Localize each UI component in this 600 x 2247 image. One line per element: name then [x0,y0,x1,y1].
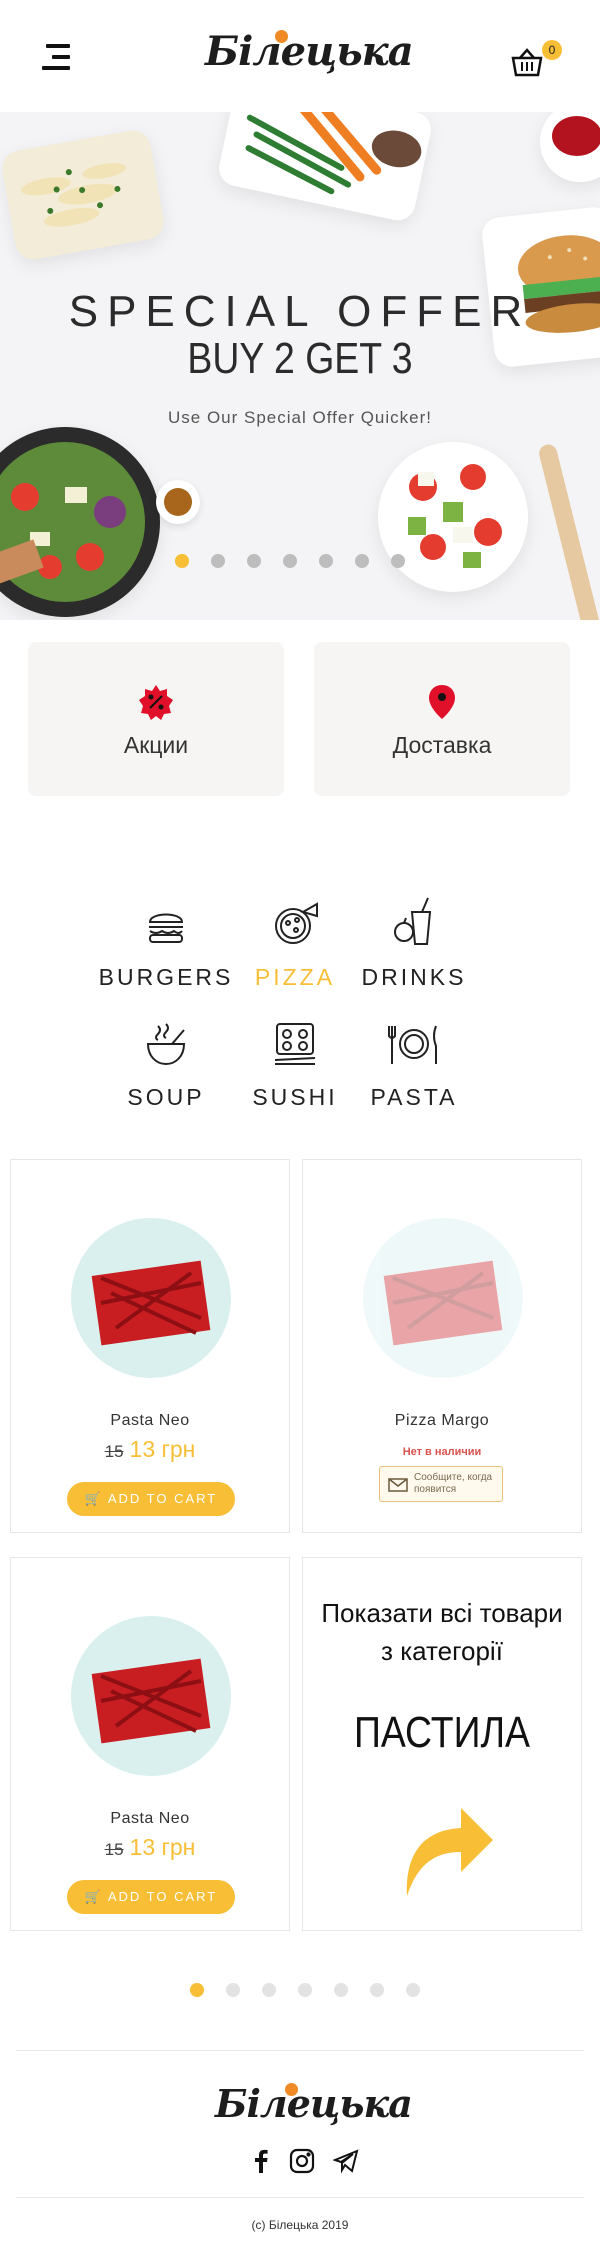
wooden-cutlery-image [537,442,600,620]
hero-dot[interactable] [355,554,369,568]
hero-pagination [175,554,405,570]
pizza-icon [275,902,318,944]
envelope-icon [388,1478,408,1492]
sauce-dish-image [156,480,200,524]
sauce-bowl-image [540,112,600,182]
discount-badge-icon [139,685,173,720]
products-dot[interactable] [226,1983,240,1997]
hero-dot[interactable] [247,554,261,568]
delivery-label: Доставка [392,732,492,758]
category-label: PASTA [370,1084,458,1110]
notify-when-available-button[interactable]: Сообщите, когда появится [379,1466,503,1502]
product-name: Pasta Neo [110,1412,190,1429]
basket-icon [511,48,543,77]
category-label: BURGERS [98,964,234,990]
show-all-category-card[interactable]: Показати всі товари з категорії ПАСТИЛА [302,1557,582,1931]
hero-dot[interactable] [175,554,189,568]
pasta-icon [388,1025,437,1064]
footer-logo-text: Білецька [215,2081,413,2126]
product-image [71,1218,231,1378]
add-to-cart-label: ADD TO CART [107,1889,218,1904]
header: Білецька 0 [0,0,600,112]
telegram-link[interactable] [332,2148,359,2174]
product-image [363,1218,523,1378]
sushi-icon [274,1023,316,1065]
delivery-link[interactable]: Доставка [314,642,570,796]
hero-note: Use Our Special Offer Quicker! [168,408,432,427]
logo-dot [285,2083,298,2096]
promotions-link[interactable]: Акции [28,642,284,796]
hero-dot[interactable] [211,554,225,568]
menu-icon[interactable] [40,44,70,70]
product-card[interactable]: Pizza Margo Нет в наличии Сообщите, когд… [302,1159,582,1533]
drinks-icon [394,897,432,945]
curved-arrow-icon [406,1808,493,1896]
new-price: 13 грн [129,1834,196,1860]
vegetables-plate-image [215,112,435,224]
products-pagination [190,1983,420,1999]
category-soup[interactable]: SOUP [96,1022,236,1122]
copyright-divider [16,2197,584,2198]
out-of-stock-label: Нет в наличии [402,1446,482,1458]
logo-dot [275,30,288,43]
hero-title: SPECIAL OFFER [68,287,532,336]
cart-count-badge: 0 [542,40,562,60]
product-price: 15 13 грн [11,1436,289,1463]
category-label: SOUP [127,1084,205,1110]
promotions-label: Акции [123,732,189,758]
instagram-link[interactable] [289,2148,315,2174]
add-to-cart-button[interactable]: 🛒 ADD TO CART [67,1880,235,1914]
cart-icon: 🛒 [84,1889,103,1904]
salad-bowl-image [0,427,160,617]
show-all-heading: Показати всі товари з категорії [303,1594,581,1670]
copyright-text: (с) Білецька 2019 [251,2218,349,2232]
cart-button[interactable]: 0 [510,40,562,80]
notify-label: Сообщите, когда появится [414,1472,493,1495]
facebook-icon [255,2149,268,2173]
cart-icon: 🛒 [84,1491,103,1506]
products-dot[interactable] [298,1983,312,1997]
soup-icon [146,1023,186,1066]
product-card[interactable]: Pasta Neo 15 13 грн 🛒 ADD TO CART [10,1159,290,1533]
location-pin-icon [429,685,455,719]
add-to-cart-label: ADD TO CART [107,1491,218,1506]
footer-divider [16,2050,584,2051]
instagram-icon [289,2148,315,2174]
burger-icon [148,913,184,943]
logo[interactable]: Білецька [205,22,414,88]
logo-text: Білецька [205,28,414,75]
category-pasta[interactable]: PASTA [344,1022,484,1122]
products-dot[interactable] [262,1983,276,1997]
footer-logo[interactable]: Білецька [215,2075,413,2135]
facebook-link[interactable] [248,2148,274,2174]
show-all-heading-line2: з категорії [381,1636,503,1666]
pasta-plate-image [0,127,167,263]
product-name: Pasta Neo [110,1810,190,1827]
hero-dot[interactable] [283,554,297,568]
promo-category-name: ПАСТИЛА [353,1708,530,1757]
old-price: 15 [104,1840,124,1859]
product-image [71,1616,231,1776]
product-card[interactable]: Pasta Neo 15 13 грн 🛒 ADD TO CART [10,1557,290,1931]
category-burgers[interactable]: BURGERS [96,902,236,1002]
add-to-cart-button[interactable]: 🛒 ADD TO CART [67,1482,235,1516]
telegram-icon [332,2149,359,2174]
products-dot[interactable] [190,1983,204,1997]
hero-dot[interactable] [319,554,333,568]
product-name: Pizza Margo [394,1412,490,1429]
new-price: 13 грн [129,1436,196,1462]
old-price: 15 [104,1442,124,1461]
category-drinks[interactable]: DRINKS [344,897,484,1002]
hero-subtitle: BUY 2 GET 3 [187,334,413,383]
product-price: 15 13 грн [11,1834,289,1861]
category-label: DRINKS [361,964,467,990]
products-dot[interactable] [406,1983,420,1997]
products-dot[interactable] [334,1983,348,1997]
hero-dot[interactable] [391,554,405,568]
hero-banner[interactable]: SPECIAL OFFER BUY 2 GET 3 Use Our Specia… [0,112,600,620]
products-dot[interactable] [370,1983,384,1997]
show-all-heading-line1: Показати всі товари [321,1598,563,1628]
